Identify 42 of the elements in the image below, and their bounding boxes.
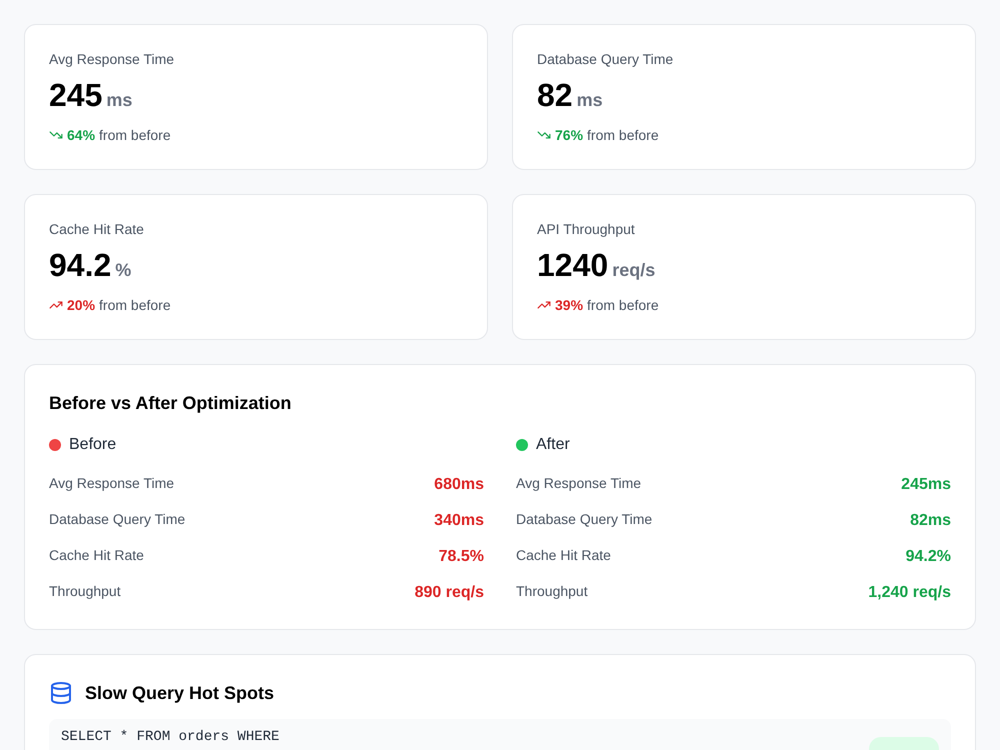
metric-value: 245 [49,77,102,113]
metric-name: Throughput [516,582,588,601]
metric-name: Cache Hit Rate [516,546,611,565]
metric-reading: 82ms [910,511,951,531]
metric-label: Database Query Time [537,50,674,69]
metric-unit: req/s [612,259,656,282]
change-percent: 76% [555,126,584,145]
metric-unit: % [115,259,132,282]
change-percent: 20% [67,296,96,315]
metric-reading: 340ms [434,511,484,531]
column-heading: Before [69,435,116,455]
metric-name: Database Query Time [49,510,186,529]
metric-name: Database Query Time [516,510,652,529]
metric-reading: 94.2% [906,547,951,567]
hot-spots-title: Slow Query Hot Spots [85,682,274,705]
database-icon [49,681,73,705]
change-percent: 39% [555,296,584,315]
metric-reading: 245ms [901,475,951,495]
metric-unit: ms [106,89,132,112]
metric-reading: 890 req/s [414,583,484,603]
metric-value: 1240 [537,247,608,283]
metric-name: Cache Hit Rate [49,546,144,565]
metric-value: 94.2 [49,247,112,283]
column-heading: After [536,435,570,455]
metric-label: API Throughput [537,220,636,239]
metric-reading: 680ms [434,475,484,495]
metric-name: Avg Response Time [49,474,174,493]
metric-value: 82 [537,77,573,113]
metric-label: Avg Response Time [49,50,176,69]
change-note: from before [99,296,171,315]
change-note: from before [99,126,171,145]
metric-unit: ms [576,89,603,112]
metric-reading: 78.5% [438,547,484,567]
change-percent: 64% [67,126,96,145]
metric-name: Avg Response Time [516,474,642,493]
change-note: from before [587,126,659,145]
comparison-title: Before vs After Optimization [49,392,292,415]
change-note: from before [587,296,659,315]
metric-label: Cache Hit Rate [49,220,145,239]
query-text: SELECT * FROM orders WHERE [61,729,280,745]
metric-reading: 1,240 req/s [868,583,951,603]
metric-name: Throughput [49,582,121,601]
